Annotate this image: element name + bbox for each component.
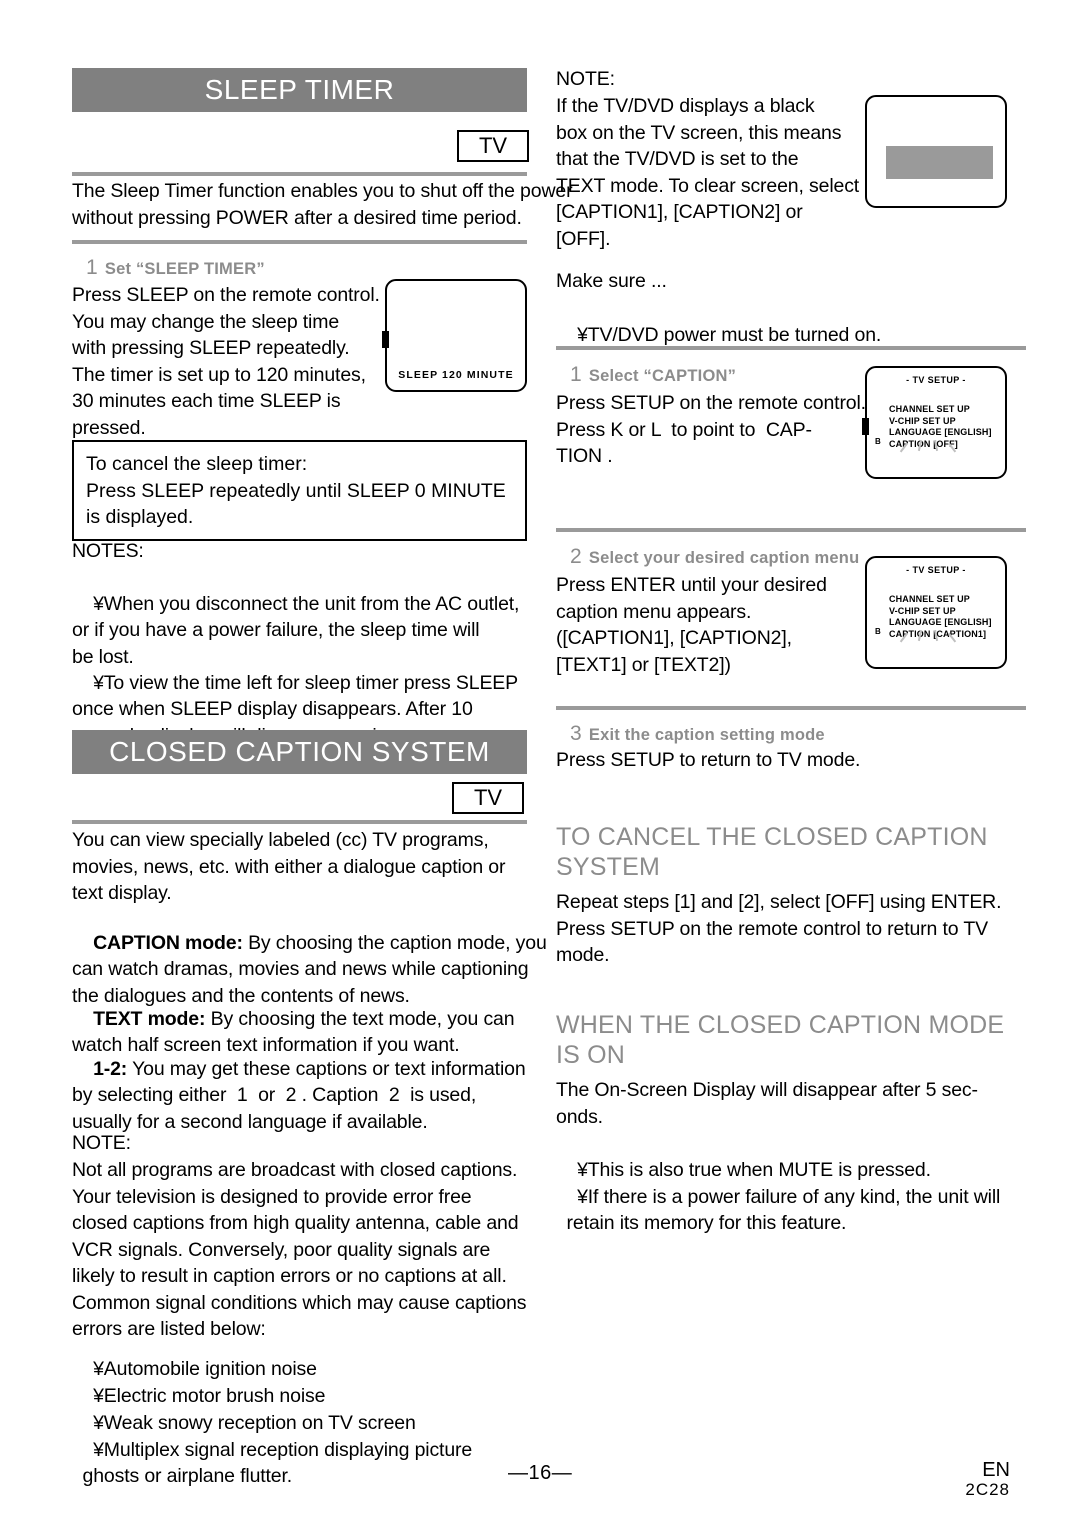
right-step2-rule [556,528,1026,532]
osd-menu-2-row-2: LANGUAGE [ENGLISH] [889,617,992,627]
bullet-glyph: ¥ [93,671,104,694]
right-note-label: NOTE: [556,68,615,90]
caption-step3-body: Press SETUP to return to TV mode. [556,749,861,771]
bullet-glyph: ¥ [577,323,588,346]
make-sure-item-1-text: TV/DVD power must be turned on. [587,323,882,346]
closed-caption-tv-badge-label: TV [473,785,503,810]
closed-caption-note-body: Not all programs are broadcast with clos… [72,1159,527,1340]
sleep-timer-step1-rule [72,240,527,244]
blackbox-region [886,146,993,179]
sleep-timer-rule-top [72,172,527,176]
tv-setup-menu-illustration-2: - TV SETUP - B CHANNEL SET UP V-CHIP SET… [865,556,1007,669]
condition-item-4-text: Multiplex signal reception displaying pi… [82,1438,473,1488]
osd-menu-1-title: - TV SETUP - [906,375,966,385]
sleep-timer-screen-illustration: SLEEP 120 MINUTE [382,279,527,392]
sleep-timer-cancel-box: To cancel the sleep timer: Press SLEEP r… [72,440,527,541]
closed-caption-note-label: NOTE: [72,1132,131,1154]
page-number: —16— [508,1462,573,1484]
caption-step2-body: Press ENTER until your desired caption m… [556,574,827,676]
make-sure-label: Make sure ... [556,270,667,292]
osd-menu-1-row-1: V-CHIP SET UP [889,415,956,426]
caption-mode-label: CAPTION mode: [93,931,243,954]
caption-step2-number: 2 [570,545,582,568]
osd-menu-1-marker: B [875,437,881,446]
caption-step3-number: 3 [570,722,582,745]
osd-menu-2-row-3: CAPTION [CAPTION1] [889,628,987,639]
mode-on-bullet-2-text: If there is a power failure of any kind,… [566,1185,1001,1235]
sleep-timer-banner: SLEEP TIMER [72,68,527,112]
closed-caption-rule-top [72,820,527,824]
tv-bezel-nub [862,418,869,436]
bullet-glyph: ¥ [93,592,104,615]
text-mode-label: TEXT mode: [93,1007,206,1030]
manual-page: SLEEP TIMER TV The Sleep Timer function … [0,0,1080,1526]
caption-step1-body: Press SETUP on the remote control. Press… [556,392,866,467]
osd-menu-2-rows: CHANNEL SET UP V-CHIP SET UP LANGUAGE [E… [889,594,992,640]
sleep-timer-tv-badge-label: TV [478,133,508,158]
osd-menu-1-rows: CHANNEL SET UP V-CHIP SET UP LANGUAGE [E… [889,404,992,450]
sleep-timer-intro: The Sleep Timer function enables you to … [72,180,573,229]
osd-menu-1-row-3: CAPTION [OFF] [889,438,958,449]
closed-caption-banner: CLOSED CAPTION SYSTEM [72,730,527,774]
closed-caption-banner-title: CLOSED CAPTION SYSTEM [109,736,490,767]
caption-step2-heading: 2 Select your desired caption menu [570,545,859,569]
tv-bezel-nub [382,331,389,349]
caption-step3-heading: 3 Exit the caption setting mode [570,722,825,746]
right-note-body: If the TV/DVD displays a black box on th… [556,95,860,250]
bullet-glyph: ¥ [93,1438,104,1461]
closed-caption-intro: You can view specially labeled (cc) TV p… [72,829,506,904]
sleep-timer-banner-title: SLEEP TIMER [204,74,395,105]
mode-on-section-heading: WHEN THE CLOSED CAPTION MODE IS ON [556,1011,1005,1069]
sleep-timer-notes-label: NOTES: [72,540,144,562]
osd-menu-2-row-1: V-CHIP SET UP [889,605,956,616]
cancel-section-body: Repeat steps [1] and [2], select [OFF] u… [556,891,1002,966]
closed-caption-tv-badge: TV [452,782,524,814]
one-two-label: 1-2: [93,1057,128,1080]
right-step3-rule [556,706,1026,710]
caption-step1-number: 1 [570,363,582,386]
sleep-timer-step1-heading: 1 Set “SLEEP TIMER” [86,256,265,280]
cancel-section-heading: TO CANCEL THE CLOSED CAPTION SYSTEM [556,823,988,881]
footer-language: EN [982,1459,1010,1481]
caption-step1-heading: 1 Select “CAPTION” [570,363,736,387]
text-mode-blackbox-illustration [865,95,1007,208]
caption-step1-label: Select “CAPTION” [588,367,737,385]
osd-menu-2-title: - TV SETUP - [906,565,966,575]
sleep-timer-tv-badge: TV [457,130,529,162]
osd-menu-1-row-0: CHANNEL SET UP [889,404,970,414]
sleep-timer-step1-number: 1 [86,256,98,279]
tv-setup-menu-illustration-1: - TV SETUP - B CHANNEL SET UP V-CHIP SET… [862,366,1007,479]
osd-menu-2-row-0: CHANNEL SET UP [889,594,970,604]
osd-menu-1-row-2: LANGUAGE [ENGLISH] [889,427,992,437]
osd-menu-2-marker: B [875,627,881,636]
caption-step3-label: Exit the caption setting mode [588,726,825,744]
mode-on-section-body: The On-Screen Display will disappear aft… [556,1079,978,1128]
bullet-glyph: ¥ [577,1185,588,1208]
footer-code: 2C28 [965,1480,1010,1499]
sleep-timer-osd-text: SLEEP 120 MINUTE [398,369,514,381]
caption-step2-label: Select your desired caption menu [588,549,860,567]
mode-on-bullet-2: ¥If there is a power failure of any kind… [556,1157,1056,1263]
sleep-timer-step1-label: Set “SLEEP TIMER” [104,260,265,278]
one-two-body: You may get these captions or text infor… [72,1057,526,1133]
right-step1-rule [556,346,1026,350]
footer-identifier: EN 2C28 [930,1460,1010,1500]
sleep-timer-step1-body: Press SLEEP on the remote control. You m… [72,284,380,439]
